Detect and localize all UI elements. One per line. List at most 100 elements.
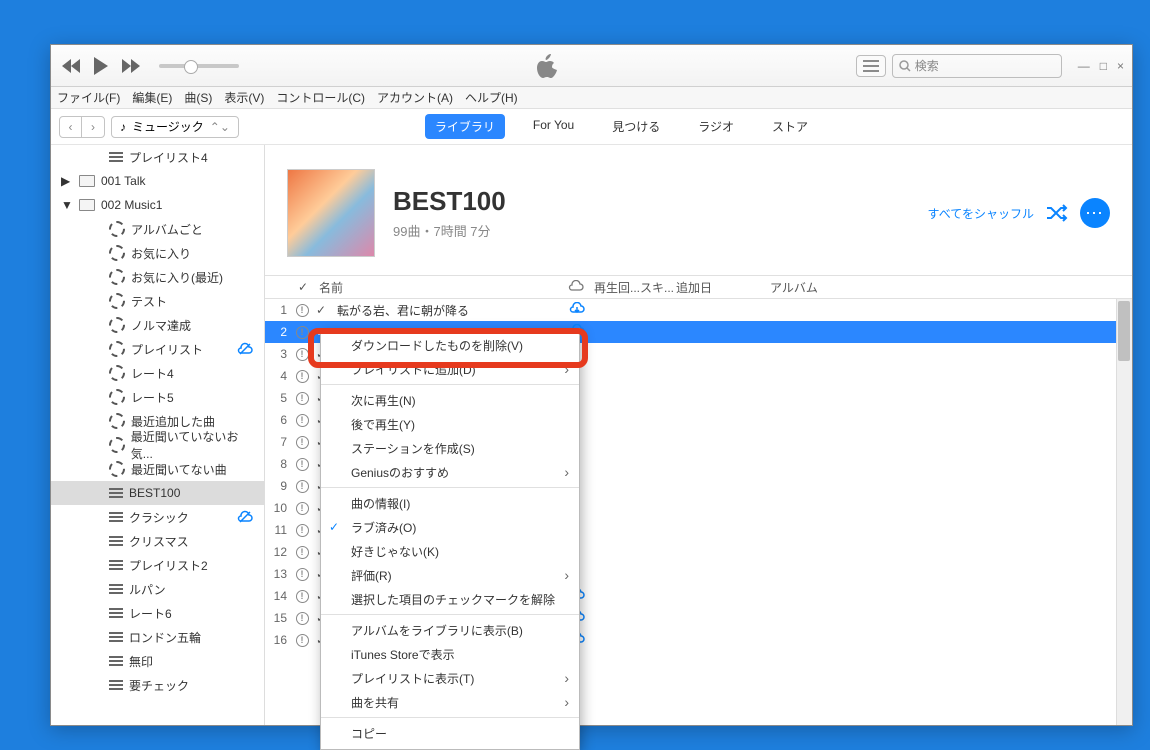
sidebar-label: ルパン [129, 581, 166, 598]
context-item[interactable]: コピー [321, 721, 579, 745]
sidebar-item[interactable]: プレイリスト [51, 337, 264, 361]
sidebar-item[interactable]: テスト [51, 289, 264, 313]
info-icon[interactable]: ! [293, 524, 311, 537]
sidebar-item[interactable]: 要チェック [51, 673, 264, 697]
context-item[interactable]: ステーションを作成(S) [321, 436, 579, 460]
col-name[interactable]: 名前 [313, 279, 568, 296]
col-album[interactable]: アルバム [770, 279, 1132, 296]
sidebar-item[interactable]: ノルマ達成 [51, 313, 264, 337]
info-icon[interactable]: ! [293, 590, 311, 603]
context-item[interactable]: ✓ラブ済み(O) [321, 515, 579, 539]
context-item[interactable]: 次に再生(N) [321, 388, 579, 412]
info-icon[interactable]: ! [293, 480, 311, 493]
menu-item[interactable]: 曲(S) [184, 89, 212, 106]
info-icon[interactable]: ! [293, 414, 311, 427]
sidebar-item[interactable]: 最近聞いていないお気... [51, 433, 264, 457]
menu-item[interactable]: ヘルプ(H) [465, 89, 518, 106]
menu-item[interactable]: アカウント(A) [377, 89, 453, 106]
sidebar-item[interactable]: お気に入り(最近) [51, 265, 264, 289]
sidebar-item[interactable]: BEST100 [51, 481, 264, 505]
maximize-button[interactable]: □ [1100, 59, 1107, 73]
scrollbar[interactable] [1116, 299, 1132, 725]
info-icon[interactable]: ! [293, 546, 311, 559]
track-row[interactable]: 1 ! ✓ 転がる岩、君に朝が降る [265, 299, 1132, 321]
menu-item[interactable]: コントロール(C) [276, 89, 365, 106]
expand-icon[interactable]: ▼ [61, 198, 73, 212]
gear-icon [109, 221, 125, 237]
sidebar-item[interactable]: ルパン [51, 577, 264, 601]
info-icon[interactable]: ! [293, 458, 311, 471]
context-item[interactable]: 選択した項目のチェックマークを解除 [321, 587, 579, 611]
scroll-thumb[interactable] [1118, 301, 1130, 361]
forward-button-nav[interactable]: › [82, 117, 104, 137]
sidebar-item[interactable]: プレイリスト2 [51, 553, 264, 577]
search-input[interactable]: 検索 [892, 54, 1062, 78]
minimize-button[interactable]: — [1078, 59, 1090, 73]
sidebar-item[interactable]: お気に入り [51, 241, 264, 265]
sidebar-item[interactable]: アルバムごと [51, 217, 264, 241]
context-item[interactable]: iTunes Storeで表示 [321, 642, 579, 666]
context-label: アルバムをライブラリに表示(B) [351, 622, 523, 639]
context-item[interactable]: 好きじゃない(K) [321, 539, 579, 563]
sidebar-label: プレイリスト4 [129, 149, 208, 166]
sidebar-item[interactable]: ▶001 Talk [51, 169, 264, 193]
close-button[interactable]: × [1117, 59, 1124, 73]
info-icon[interactable]: ! [293, 502, 311, 515]
sidebar-item[interactable]: ロンドン五輪 [51, 625, 264, 649]
sidebar-label: 要チェック [129, 677, 189, 694]
context-item[interactable]: プレイリストに追加(D) [321, 357, 579, 381]
menu-item[interactable]: 編集(E) [132, 89, 172, 106]
forward-button[interactable] [119, 54, 143, 78]
sidebar-item[interactable]: クリスマス [51, 529, 264, 553]
tab-見つける[interactable]: 見つける [602, 114, 670, 139]
context-item[interactable]: プレイリストに表示(T) [321, 666, 579, 690]
col-added[interactable]: 追加日 [676, 279, 770, 296]
sidebar-item[interactable]: 最近聞いてない曲 [51, 457, 264, 481]
rewind-button[interactable] [59, 54, 83, 78]
info-icon[interactable]: ! [293, 304, 311, 317]
info-icon[interactable]: ! [293, 392, 311, 405]
info-icon[interactable]: ! [293, 348, 311, 361]
sidebar-item[interactable]: レート5 [51, 385, 264, 409]
more-button[interactable]: ⋯ [1080, 198, 1110, 228]
play-button[interactable] [89, 54, 113, 78]
context-item[interactable]: 評価(R) [321, 563, 579, 587]
sidebar-item[interactable]: 無印 [51, 649, 264, 673]
volume-slider[interactable] [159, 64, 239, 68]
sidebar-item[interactable]: レート6 [51, 601, 264, 625]
context-item[interactable]: アルバムをライブラリに表示(B) [321, 618, 579, 642]
tab-ライブラリ[interactable]: ライブラリ [425, 114, 505, 139]
info-icon[interactable]: ! [293, 370, 311, 383]
sidebar-item[interactable]: レート4 [51, 361, 264, 385]
sidebar-item[interactable]: クラシック [51, 505, 264, 529]
back-button[interactable]: ‹ [60, 117, 82, 137]
context-item[interactable]: Geniusのおすすめ [321, 460, 579, 484]
sidebar-item[interactable]: ▼002 Music1 [51, 193, 264, 217]
info-icon[interactable]: ! [293, 436, 311, 449]
playlist-icon [109, 679, 123, 691]
context-item[interactable]: 後で再生(Y) [321, 412, 579, 436]
menu-item[interactable]: 表示(V) [224, 89, 264, 106]
sidebar-label: ノルマ達成 [131, 317, 191, 334]
source-selector[interactable]: ♪ ミュージック ⌃⌄ [111, 116, 239, 138]
info-icon[interactable]: ! [293, 612, 311, 625]
menu-item[interactable]: ファイル(F) [57, 89, 120, 106]
track-check[interactable]: ✓ [311, 303, 331, 317]
shuffle-all-button[interactable]: すべてをシャッフル [928, 205, 1034, 222]
tab-ストア[interactable]: ストア [762, 114, 818, 139]
list-view-button[interactable] [856, 55, 886, 77]
context-item[interactable]: ダウンロードしたものを削除(V) [321, 333, 579, 357]
context-label: ダウンロードしたものを削除(V) [351, 337, 523, 354]
tab-ラジオ[interactable]: ラジオ [688, 114, 744, 139]
track-number: 1 [265, 303, 293, 317]
col-plays[interactable]: 再生回... [594, 279, 640, 296]
sidebar-item[interactable]: プレイリスト4 [51, 145, 264, 169]
info-icon[interactable]: ! [293, 326, 311, 339]
col-skip[interactable]: スキ... [640, 279, 676, 296]
tab-For You[interactable]: For You [523, 114, 584, 139]
context-item[interactable]: 曲の情報(I) [321, 491, 579, 515]
info-icon[interactable]: ! [293, 634, 311, 647]
context-item[interactable]: 曲を共有 [321, 690, 579, 714]
expand-icon[interactable]: ▶ [61, 174, 70, 188]
info-icon[interactable]: ! [293, 568, 311, 581]
